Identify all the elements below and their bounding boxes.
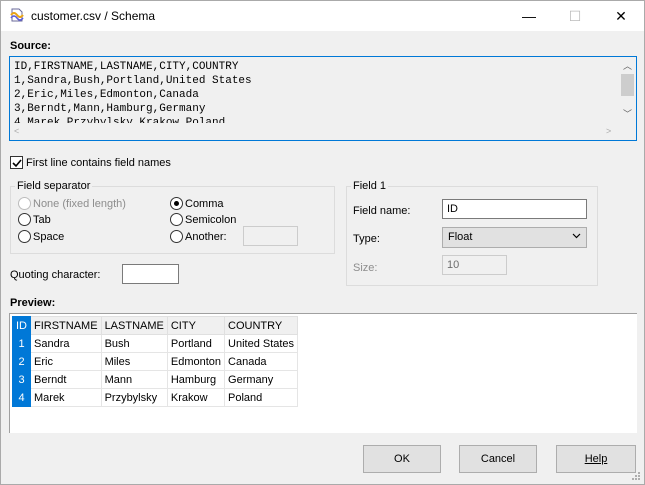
quoting-character-input[interactable] (122, 264, 179, 284)
field-group-title: Field 1 (351, 180, 389, 192)
column-header[interactable]: CITY (166, 316, 226, 335)
help-button[interactable]: Help (556, 445, 636, 473)
source-text: ID,FIRSTNAME,LASTNAME,CITY,COUNTRY 1,San… (14, 61, 252, 123)
resize-grip-icon[interactable] (631, 471, 641, 481)
title-bar[interactable]: customer.csv / Schema — ☐ ✕ (1, 1, 644, 31)
radio-none (18, 197, 31, 210)
preview-grid-area[interactable]: ID FIRSTNAME LASTNAME CITY COUNTRY 1 San… (9, 313, 637, 433)
type-select-value: Float (448, 231, 473, 243)
table-row[interactable]: 1 Sandra Bush Portland United States (12, 334, 299, 353)
type-select[interactable]: Float (442, 227, 587, 248)
radio-space-label[interactable]: Space (33, 231, 64, 243)
table-row[interactable]: 4 Marek Przybylsky Krakow Poland (12, 388, 299, 407)
preview-table[interactable]: ID FIRSTNAME LASTNAME CITY COUNTRY 1 San… (12, 316, 299, 407)
radio-comma-label[interactable]: Comma (185, 198, 224, 210)
cancel-button[interactable]: Cancel (459, 445, 537, 473)
table-cell[interactable]: Bush (100, 334, 168, 353)
table-cell[interactable]: Eric (30, 352, 102, 371)
table-cell[interactable]: 1 (12, 334, 31, 353)
table-cell[interactable]: Hamburg (166, 370, 226, 389)
column-header[interactable]: COUNTRY (224, 316, 299, 335)
field-name-label: Field name: (353, 205, 411, 217)
scroll-up-icon[interactable]: ︿ (623, 59, 632, 72)
table-row[interactable]: 2 Eric Miles Edmonton Canada (12, 352, 299, 371)
help-button-label: Help (584, 453, 608, 465)
table-cell[interactable]: Sandra (30, 334, 102, 353)
table-cell[interactable]: Marek (30, 388, 102, 407)
minimize-button[interactable]: — (506, 1, 552, 31)
size-label: Size: (353, 262, 378, 274)
column-header[interactable]: FIRSTNAME (30, 316, 102, 335)
table-cell[interactable]: Przybylsky (100, 388, 168, 407)
scroll-thumb[interactable] (621, 74, 634, 96)
window-title: customer.csv / Schema (31, 9, 156, 23)
source-label: Source: (10, 40, 51, 52)
scroll-left-icon[interactable]: < (14, 126, 19, 136)
radio-another-label[interactable]: Another: (185, 231, 227, 243)
source-textarea[interactable]: ID,FIRSTNAME,LASTNAME,CITY,COUNTRY 1,San… (9, 56, 637, 141)
table-cell[interactable]: United States (224, 334, 299, 353)
radio-another[interactable] (170, 230, 183, 243)
table-cell[interactable]: 2 (12, 352, 31, 371)
first-line-label[interactable]: First line contains field names (26, 157, 171, 169)
table-cell[interactable]: Edmonton (166, 352, 226, 371)
scroll-right-icon[interactable]: > (606, 126, 611, 136)
close-button[interactable]: ✕ (598, 1, 644, 31)
source-horizontal-scrollbar[interactable]: < > (10, 123, 636, 140)
maximize-icon: ☐ (568, 7, 582, 24)
app-icon (10, 8, 24, 22)
table-cell[interactable]: Mann (100, 370, 168, 389)
table-cell[interactable]: Miles (100, 352, 168, 371)
chevron-down-icon (572, 231, 581, 243)
radio-semicolon-label[interactable]: Semicolon (185, 214, 236, 226)
size-input: 10 (442, 255, 507, 275)
schema-dialog: customer.csv / Schema — ☐ ✕ Source: ID,F… (0, 0, 645, 485)
table-cell[interactable]: Portland (166, 334, 226, 353)
scroll-down-icon[interactable]: ﹀ (623, 107, 632, 120)
table-row[interactable]: 3 Berndt Mann Hamburg Germany (12, 370, 299, 389)
radio-semicolon[interactable] (170, 213, 183, 226)
field-separator-title: Field separator (15, 180, 93, 192)
table-cell[interactable]: 3 (12, 370, 31, 389)
close-icon: ✕ (615, 7, 627, 24)
first-line-checkbox[interactable] (10, 156, 23, 169)
column-header[interactable]: LASTNAME (100, 316, 168, 335)
radio-none-label: None (fixed length) (33, 198, 126, 210)
source-vertical-scrollbar[interactable]: ︿ ﹀ (619, 57, 636, 123)
type-label: Type: (353, 233, 380, 245)
preview-label: Preview: (10, 297, 56, 309)
radio-space[interactable] (18, 230, 31, 243)
column-header[interactable]: ID (12, 316, 31, 335)
table-cell[interactable]: Canada (224, 352, 299, 371)
ok-button[interactable]: OK (363, 445, 441, 473)
table-cell[interactable]: Krakow (166, 388, 226, 407)
dialog-footer: OK Cancel Help (1, 433, 644, 484)
table-cell[interactable]: 4 (12, 388, 31, 407)
table-cell[interactable]: Poland (224, 388, 299, 407)
minimize-icon: — (522, 8, 536, 24)
checkmark-icon (11, 158, 22, 167)
field-name-input[interactable]: ID (442, 199, 587, 219)
table-cell[interactable]: Germany (224, 370, 299, 389)
table-cell[interactable]: Berndt (30, 370, 102, 389)
maximize-button: ☐ (552, 1, 598, 31)
quoting-label: Quoting character: (10, 269, 101, 281)
radio-tab-label[interactable]: Tab (33, 214, 51, 226)
radio-comma[interactable] (170, 197, 183, 210)
table-header-row: ID FIRSTNAME LASTNAME CITY COUNTRY (12, 316, 299, 335)
radio-tab[interactable] (18, 213, 31, 226)
another-separator-input (243, 226, 298, 246)
